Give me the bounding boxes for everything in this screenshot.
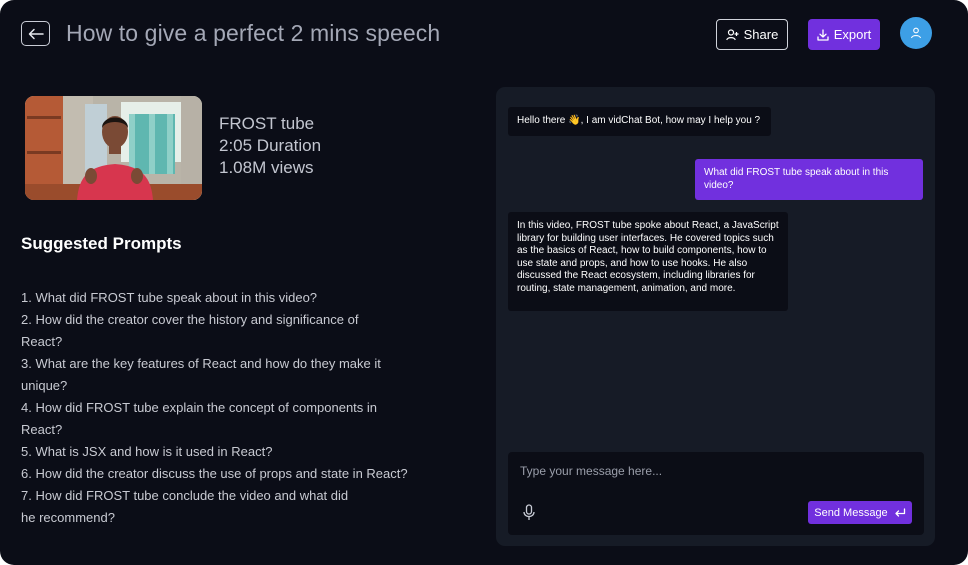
video-duration: 2:05 Duration bbox=[219, 136, 322, 155]
share-label: Share bbox=[743, 27, 779, 42]
app-window: How to give a perfect 2 mins speech Shar… bbox=[0, 0, 968, 565]
message-input[interactable] bbox=[520, 464, 900, 478]
export-label: Export bbox=[833, 27, 872, 42]
prompt-item[interactable]: 2. How did the creator cover the history… bbox=[21, 309, 396, 353]
prompt-item[interactable]: 7. How did FROST tube conclude the video… bbox=[21, 485, 351, 529]
enter-icon bbox=[895, 507, 905, 517]
share-button[interactable]: Share bbox=[716, 19, 788, 50]
video-channel: FROST tube bbox=[219, 114, 315, 133]
arrow-left-icon bbox=[28, 28, 44, 39]
user-plus-icon bbox=[725, 28, 739, 40]
message-composer: Send Message bbox=[508, 452, 924, 535]
send-message-button[interactable]: Send Message bbox=[808, 501, 912, 524]
prompt-item[interactable]: 4. How did FROST tube explain the concep… bbox=[21, 397, 411, 441]
export-button[interactable]: Export bbox=[808, 19, 880, 50]
chat-message-bot: In this video, FROST tube spoke about Re… bbox=[508, 212, 788, 311]
microphone-icon[interactable] bbox=[522, 504, 536, 521]
chat-message-bot: Hello there 👋, I am vidChat Bot, how may… bbox=[508, 107, 771, 136]
send-message-label: Send Message bbox=[814, 506, 888, 519]
user-avatar[interactable] bbox=[900, 17, 932, 49]
video-thumbnail-image bbox=[25, 96, 202, 200]
page-title: How to give a perfect 2 mins speech bbox=[66, 20, 441, 46]
suggested-prompts-list: 1. What did FROST tube speak about in th… bbox=[21, 287, 461, 529]
video-meta: FROST tube 2:05 Duration 1.08M views bbox=[219, 113, 321, 179]
video-thumbnail[interactable] bbox=[25, 96, 202, 200]
user-icon bbox=[910, 27, 922, 39]
chat-message-user: What did FROST tube speak about in this … bbox=[695, 159, 923, 200]
suggested-prompts-title: Suggested Prompts bbox=[21, 234, 182, 253]
chat-panel: Hello there 👋, I am vidChat Bot, how may… bbox=[496, 87, 935, 546]
back-button[interactable] bbox=[21, 21, 50, 46]
prompt-item[interactable]: 1. What did FROST tube speak about in th… bbox=[21, 287, 461, 309]
prompt-item[interactable]: 3. What are the key features of React an… bbox=[21, 353, 401, 397]
download-icon bbox=[817, 28, 829, 41]
prompt-item[interactable]: 6. How did the creator discuss the use o… bbox=[21, 463, 461, 485]
prompt-item[interactable]: 5. What is JSX and how is it used in Rea… bbox=[21, 441, 461, 463]
video-views: 1.08M views bbox=[219, 158, 314, 177]
